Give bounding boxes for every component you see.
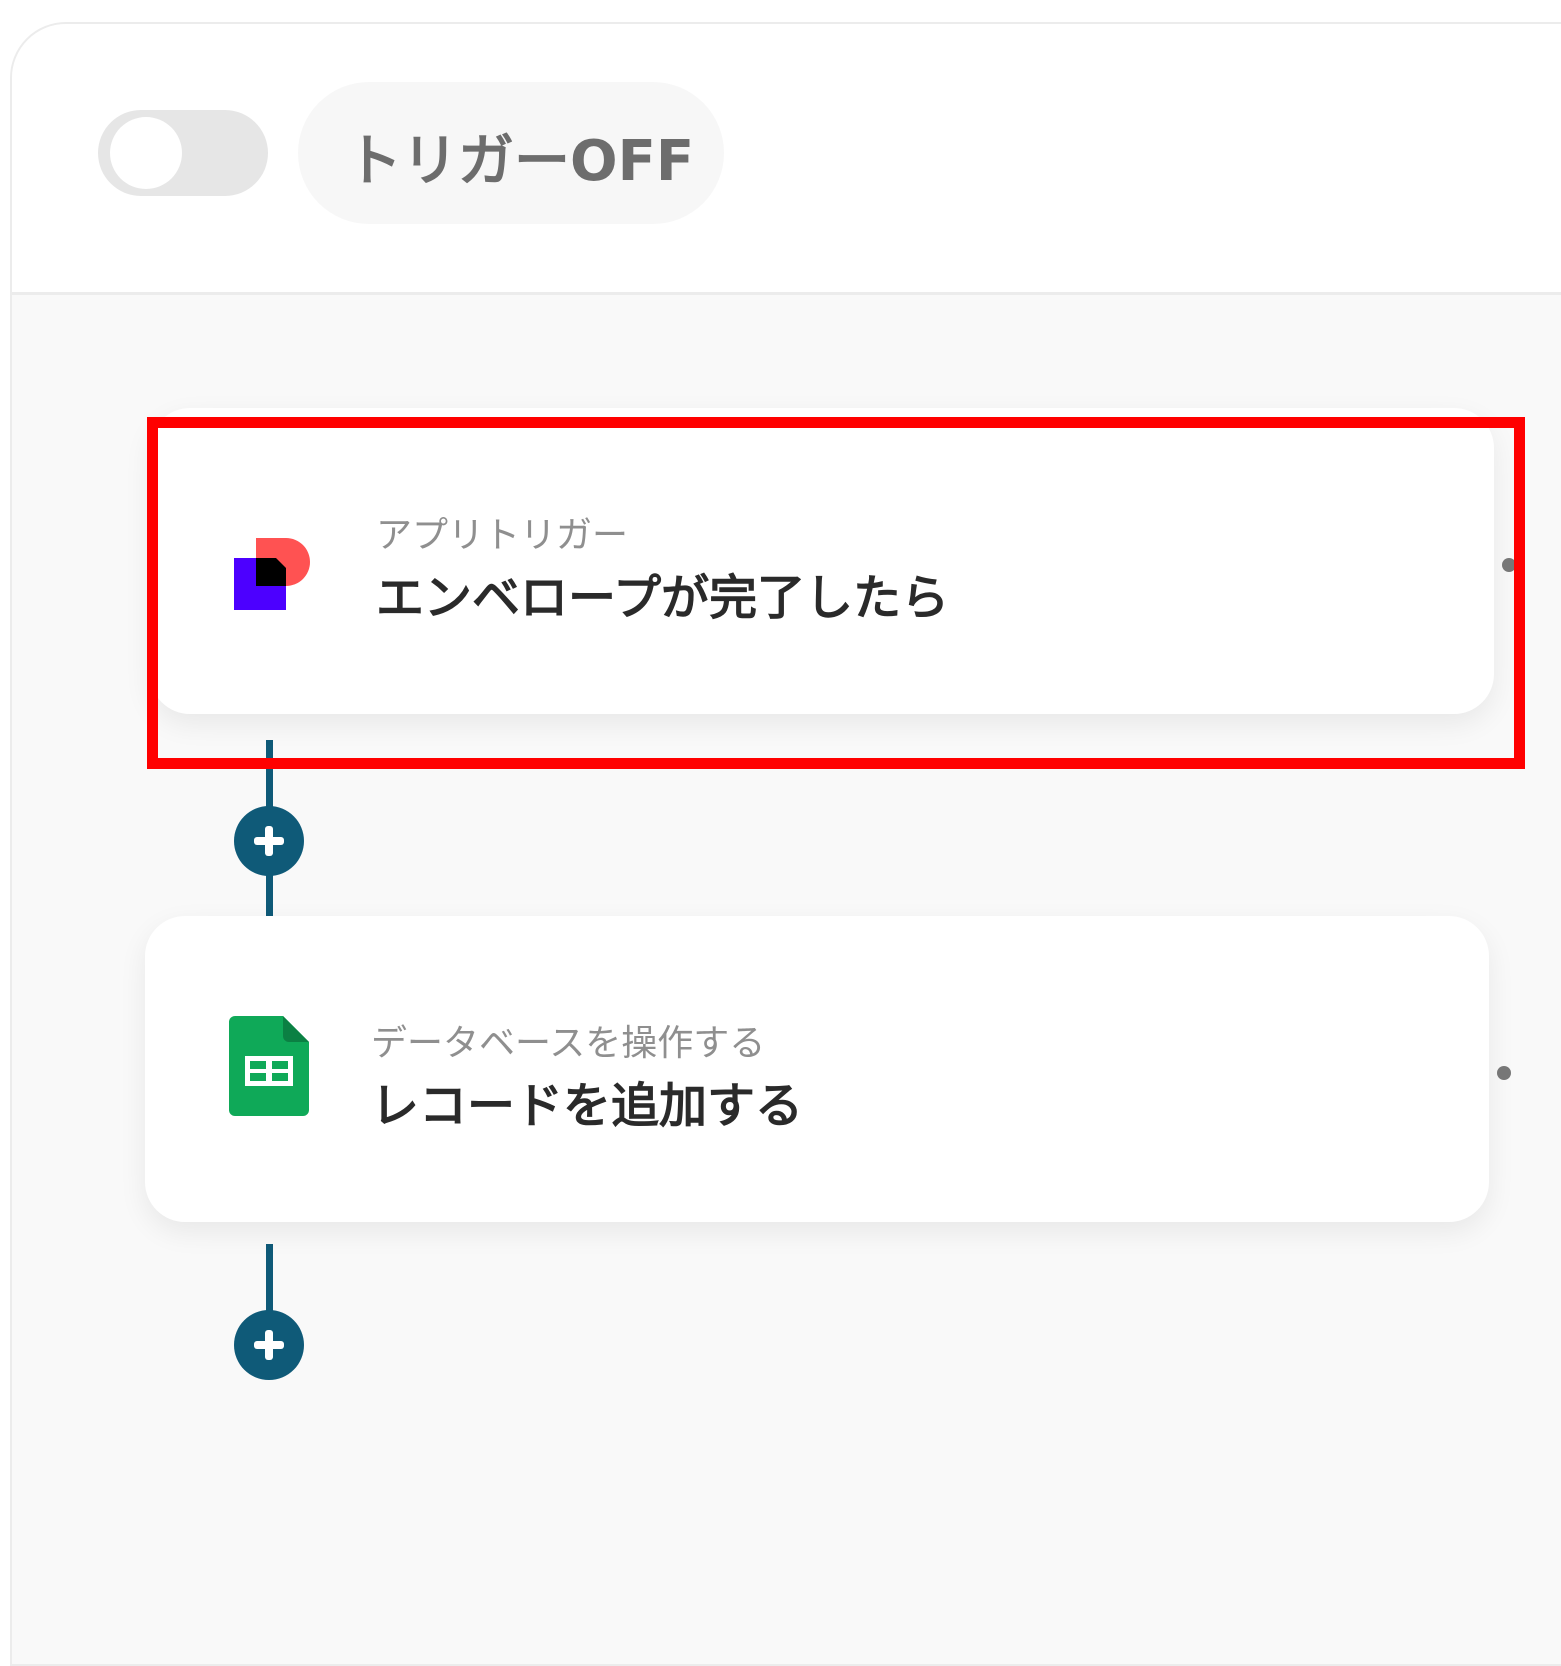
edge-dot [1497,1066,1511,1080]
flow-step-database-operation[interactable]: データベースを操作する レコードを追加する [145,916,1511,1222]
trigger-toggle[interactable] [98,110,268,196]
flow-header: トリガーOFF [12,24,1561,295]
edge-dot [1502,558,1516,572]
toggle-knob [110,117,182,189]
step-subtitle: アプリトリガー [376,515,629,556]
trigger-status-label: トリガーOFF [346,129,695,194]
plus-icon [254,826,284,856]
add-step-button[interactable] [234,1310,304,1380]
trigger-status-pill: トリガーOFF [298,82,724,224]
docusign-icon [234,520,314,620]
flow-step-app-trigger[interactable]: アプリトリガー エンベロープが完了したら [150,408,1516,714]
google-sheets-icon [229,1016,309,1116]
add-step-button[interactable] [234,806,304,876]
step-subtitle: データベースを操作する [371,1023,766,1064]
step-title: エンベロープが完了したら [376,570,950,626]
plus-icon [254,1330,284,1360]
step-title: レコードを追加する [371,1078,804,1134]
